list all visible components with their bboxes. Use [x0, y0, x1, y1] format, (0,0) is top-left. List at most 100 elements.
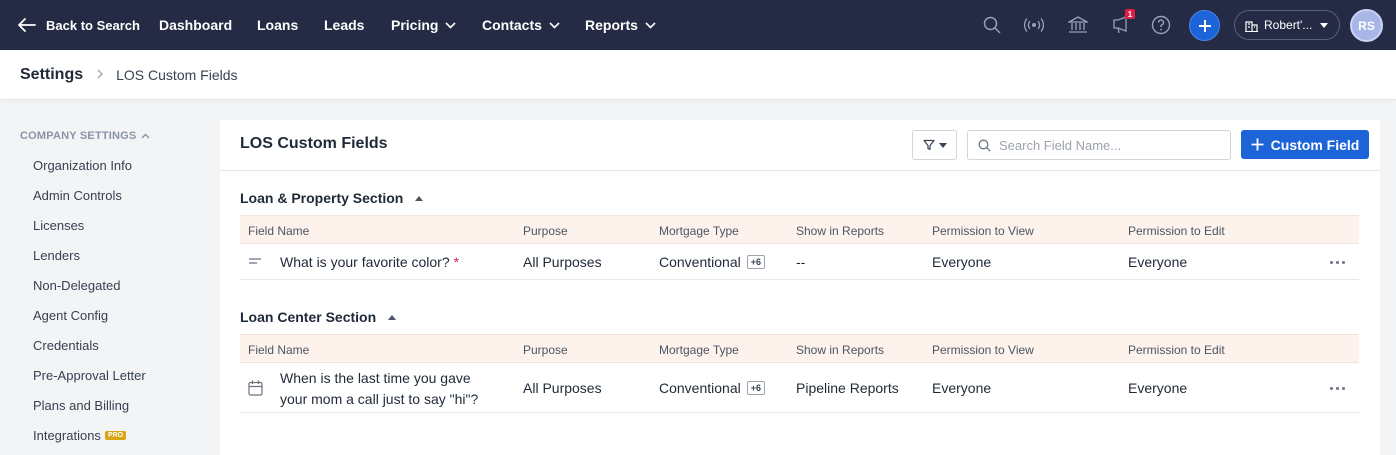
- more-options-icon[interactable]: [1330, 261, 1345, 264]
- organization-label: Robert'...: [1264, 18, 1313, 32]
- nav-contacts-label: Contacts: [482, 17, 542, 33]
- breadcrumb: Settings LOS Custom Fields: [0, 50, 1396, 100]
- sidebar-item-credentials[interactable]: Credentials: [33, 338, 99, 353]
- more-options-icon[interactable]: [1330, 387, 1345, 390]
- section-title: Loan & Property Section: [240, 190, 404, 206]
- sidebar-item-label: Admin Controls: [33, 188, 122, 203]
- user-avatar[interactable]: RS: [1350, 9, 1383, 42]
- sidebar-item-organization-info[interactable]: Organization Info: [33, 158, 132, 173]
- page-title: LOS Custom Fields: [240, 135, 388, 152]
- back-to-search-label: Back to Search: [46, 17, 140, 33]
- breadcrumb-settings[interactable]: Settings: [20, 66, 83, 84]
- more-mortgage-types-tag[interactable]: +6: [746, 381, 765, 395]
- table-row[interactable]: When is the last time you gave your mom …: [240, 363, 1359, 413]
- section-toggle-loan-property[interactable]: Loan & Property Section: [240, 190, 424, 206]
- show-in-reports-cell: Pipeline Reports: [796, 380, 899, 396]
- permission-view-cell: Everyone: [932, 380, 992, 396]
- nav-loans[interactable]: Loans: [257, 0, 298, 50]
- column-header-show-in-reports: Show in Reports: [796, 343, 885, 357]
- search-icon: [978, 139, 991, 152]
- nav-leads-label: Leads: [324, 17, 365, 33]
- help-icon[interactable]: [1149, 13, 1173, 37]
- search-input[interactable]: [999, 137, 1219, 153]
- pro-badge: PRO: [104, 431, 127, 440]
- sidebar-item-label: Pre-Approval Letter: [33, 368, 146, 383]
- company-settings-toggle[interactable]: COMPANY SETTINGS: [20, 130, 150, 142]
- sidebar-item-label: Lenders: [33, 248, 80, 263]
- chevron-down-icon: [445, 21, 457, 29]
- section-toggle-loan-center[interactable]: Loan Center Section: [240, 309, 397, 325]
- field-name: When is the last time you gave: [280, 370, 471, 386]
- mortgage-type: Conventional: [659, 254, 741, 270]
- nav-reports-label: Reports: [585, 17, 638, 33]
- table-header: Field Name Purpose Mortgage Type Show in…: [240, 215, 1359, 244]
- chevron-right-icon: [97, 67, 104, 82]
- more-mortgage-types-tag[interactable]: +6: [746, 255, 765, 269]
- sidebar-item-admin-controls[interactable]: Admin Controls: [33, 188, 122, 203]
- plus-icon: [1198, 19, 1211, 32]
- column-header-permission-view: Permission to View: [932, 224, 1034, 238]
- nav-pricing[interactable]: Pricing: [391, 0, 457, 50]
- sidebar-item-agent-config[interactable]: Agent Config: [33, 308, 108, 323]
- megaphone-icon[interactable]: 1: [1110, 9, 1135, 37]
- broadcast-icon[interactable]: [1022, 13, 1046, 37]
- nav-loans-label: Loans: [257, 17, 299, 33]
- sidebar-item-non-delegated[interactable]: Non-Delegated: [33, 278, 120, 293]
- filter-icon: [922, 139, 935, 151]
- nav-leads[interactable]: Leads: [324, 0, 364, 50]
- show-in-reports-cell: --: [796, 254, 806, 270]
- mortgage-type-cell: Conventional +6: [659, 254, 765, 270]
- column-header-show-in-reports: Show in Reports: [796, 224, 885, 238]
- breadcrumb-current: LOS Custom Fields: [116, 66, 238, 83]
- top-nav: Back to Search Dashboard Loans Leads Pri…: [0, 0, 1396, 50]
- field-name: What is your favorite color?: [280, 254, 450, 270]
- nav-reports[interactable]: Reports: [585, 0, 656, 50]
- arrow-left-icon: [18, 18, 36, 32]
- column-header-purpose: Purpose: [523, 224, 568, 238]
- sidebar-item-label: Plans and Billing: [33, 398, 130, 413]
- nav-dashboard[interactable]: Dashboard: [159, 0, 232, 50]
- field-name-cell: When is the last time you gave your mom …: [280, 368, 478, 410]
- filter-button[interactable]: [912, 130, 957, 160]
- chevron-down-icon: [645, 21, 656, 29]
- chevron-down-icon: [549, 21, 560, 29]
- bank-icon[interactable]: [1066, 13, 1090, 37]
- back-to-search-link[interactable]: Back to Search: [18, 18, 140, 33]
- table-header: Field Name Purpose Mortgage Type Show in…: [240, 334, 1359, 363]
- caret-up-icon: [415, 195, 424, 201]
- column-header-mortgage-type: Mortgage Type: [659, 343, 739, 357]
- permission-edit-cell: Everyone: [1128, 254, 1188, 270]
- permission-view-cell: Everyone: [932, 254, 992, 270]
- sidebar-item-integrations[interactable]: Integrations PRO: [33, 428, 127, 443]
- sidebar-item-lenders[interactable]: Lenders: [33, 248, 80, 263]
- column-header-field-name: Field Name: [248, 224, 310, 238]
- sidebar-item-licenses[interactable]: Licenses: [33, 218, 84, 233]
- permission-edit-cell: Everyone: [1128, 380, 1188, 396]
- organization-select[interactable]: Robert'...: [1234, 10, 1340, 40]
- column-header-mortgage-type: Mortgage Type: [659, 224, 739, 238]
- quick-add-button[interactable]: [1189, 10, 1220, 41]
- required-mark: *: [453, 254, 460, 270]
- sidebar-item-label: Credentials: [33, 338, 99, 353]
- caret-down-icon: [1320, 22, 1329, 28]
- nav-pricing-label: Pricing: [391, 17, 439, 33]
- search-field[interactable]: [967, 130, 1231, 160]
- sidebar-item-label: Integrations: [33, 428, 101, 443]
- purpose-cell: All Purposes: [523, 380, 602, 396]
- nav-contacts[interactable]: Contacts: [482, 0, 560, 50]
- nav-dashboard-label: Dashboard: [159, 17, 233, 33]
- sidebar-item-pre-approval-letter[interactable]: Pre-Approval Letter: [33, 368, 146, 383]
- caret-up-icon: [388, 314, 397, 320]
- column-header-purpose: Purpose: [523, 343, 568, 357]
- search-icon[interactable]: [980, 13, 1004, 37]
- table-row[interactable]: What is your favorite color? * All Purpo…: [240, 244, 1359, 280]
- add-custom-field-button[interactable]: Custom Field: [1241, 130, 1369, 159]
- column-header-permission-edit: Permission to Edit: [1128, 343, 1225, 357]
- chevron-up-icon: [141, 133, 150, 139]
- sidebar-item-plans-and-billing[interactable]: Plans and Billing: [33, 398, 129, 413]
- caret-down-icon: [938, 142, 947, 148]
- section-title: Loan Center Section: [240, 309, 377, 325]
- text-lines-icon: [248, 256, 262, 266]
- column-header-field-name: Field Name: [248, 343, 310, 357]
- field-name-continued: your mom a call just to say "hi"?: [280, 391, 479, 407]
